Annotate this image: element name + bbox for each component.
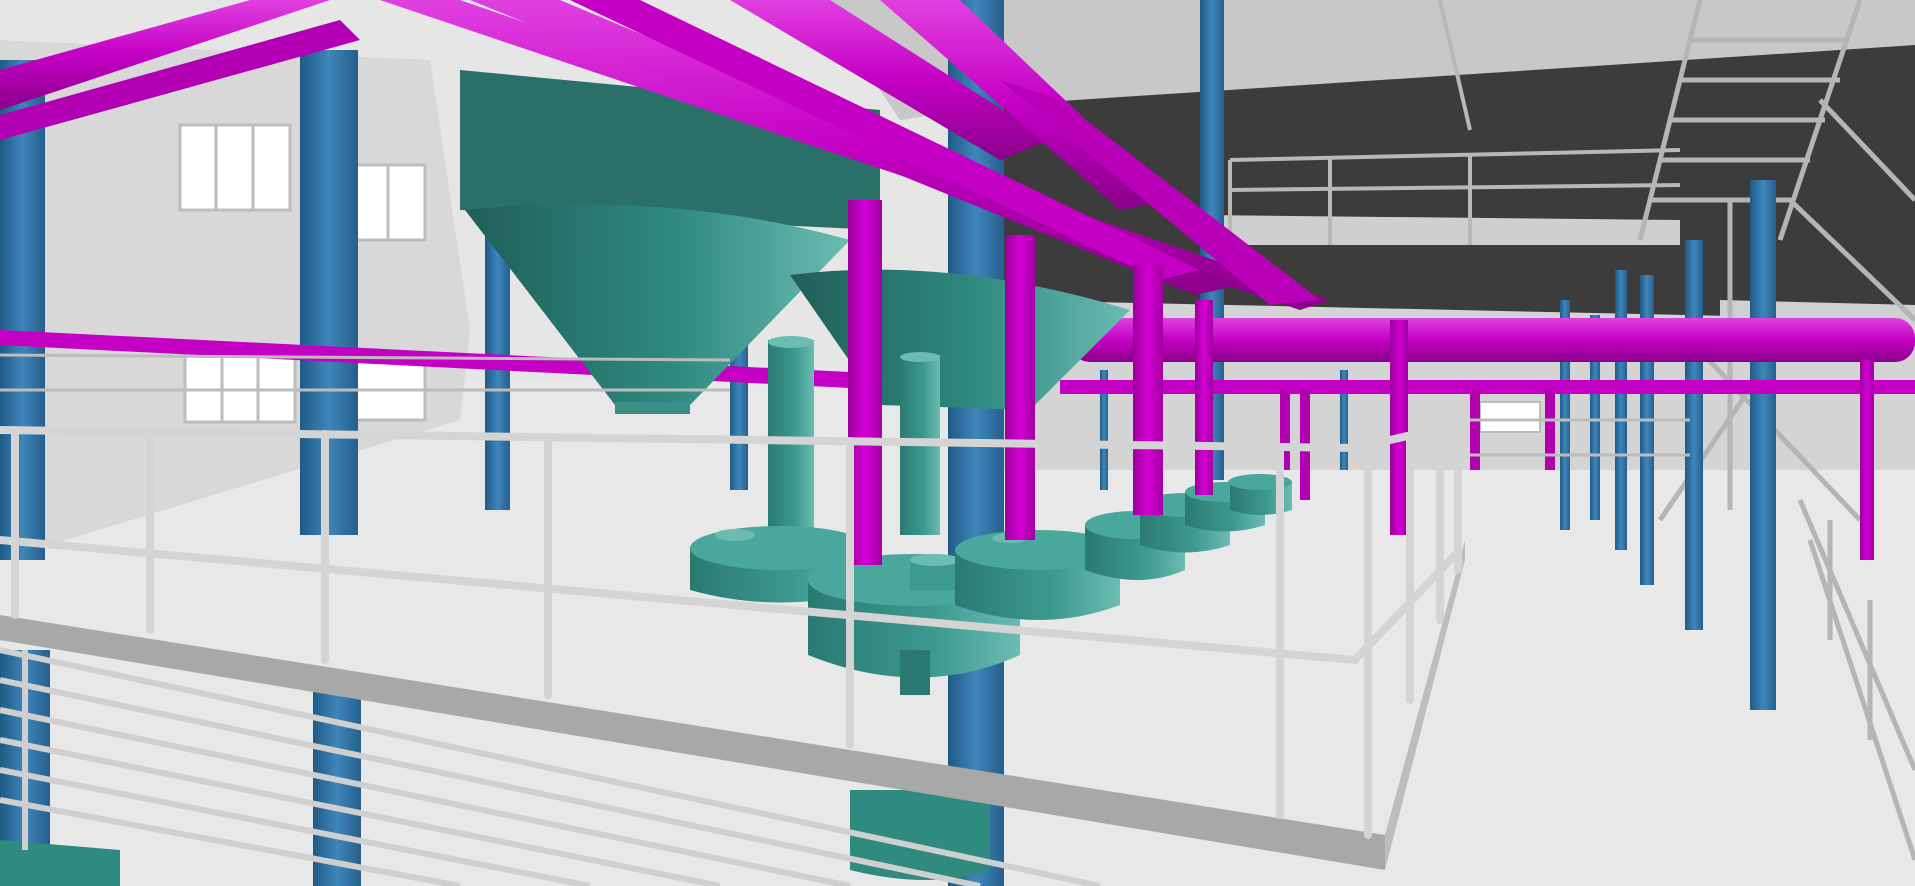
window	[178, 123, 292, 212]
steel-column	[1615, 270, 1627, 550]
window	[1479, 401, 1541, 433]
pipe-drop	[1195, 300, 1213, 495]
steel-column	[1750, 180, 1776, 710]
steel-column	[1685, 240, 1703, 630]
window	[183, 350, 297, 424]
pipe-drop	[1005, 235, 1035, 540]
pipe-drop	[1133, 265, 1163, 515]
plant-3d-viewport[interactable]	[0, 0, 1915, 886]
pipe-run	[1060, 380, 1915, 394]
mezzanine-deck	[1200, 215, 1680, 245]
